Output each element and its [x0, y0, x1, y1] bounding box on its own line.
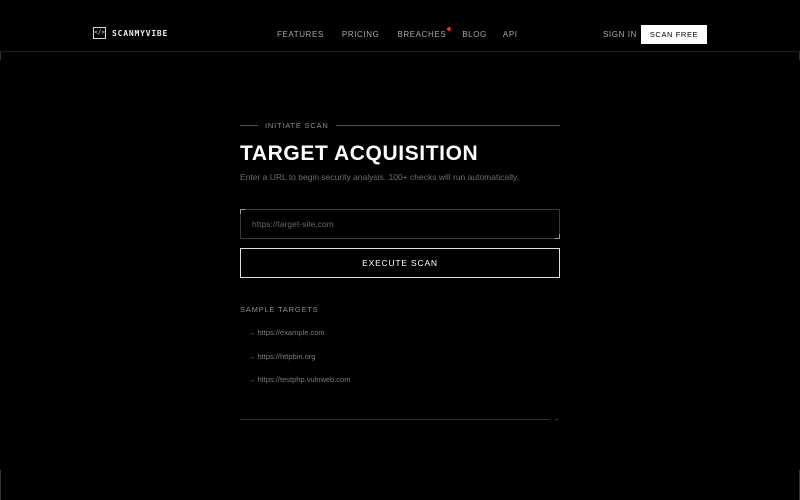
- nav-link-breaches-label: BREACHES: [397, 30, 447, 39]
- primary-nav: FEATURES PRICING BREACHES BLOG API: [277, 27, 518, 39]
- left-edge-mark-bottom: [0, 470, 1, 500]
- sample-target-item[interactable]: → https://httpbin.org: [248, 352, 350, 376]
- sample-target-item[interactable]: → https://example.com: [248, 328, 350, 352]
- nav-link-blog[interactable]: BLOG: [462, 30, 487, 39]
- nav-link-pricing[interactable]: PRICING: [342, 30, 380, 39]
- arrow-right-icon: →: [248, 328, 256, 337]
- nav-link-features[interactable]: FEATURES: [277, 30, 324, 39]
- brand-logo[interactable]: </> SCANMYVIBE: [93, 27, 168, 39]
- target-url-input[interactable]: [240, 209, 560, 239]
- page-title: TARGET ACQUISITION: [240, 142, 479, 165]
- arrow-right-icon: →: [248, 351, 256, 361]
- section-eyebrow: INITIATE SCAN: [240, 120, 560, 130]
- input-corner-top-left: [240, 209, 245, 214]
- execute-scan-button[interactable]: EXECUTE SCAN: [240, 248, 560, 278]
- nav-link-breaches[interactable]: BREACHES: [397, 27, 452, 39]
- sign-in-link[interactable]: SIGN IN: [603, 30, 637, 39]
- nav-link-api[interactable]: API: [503, 30, 518, 39]
- eyebrow-line-right: [335, 124, 560, 126]
- sample-target-item[interactable]: → https://testphp.vulnweb.com: [248, 375, 350, 399]
- input-corner-bottom-right: [555, 234, 560, 239]
- bottom-divider-tick: [555, 419, 558, 420]
- sample-targets-list: → https://example.com → https://httpbin.or…: [248, 328, 350, 399]
- sample-target-url: https://example.com: [257, 328, 325, 337]
- notification-dot-icon: [447, 27, 452, 31]
- sample-target-url: https://httpbin.org: [257, 351, 316, 361]
- eyebrow-label: INITIATE SCAN: [265, 120, 329, 130]
- code-brackets-icon: </>: [93, 27, 106, 39]
- scan-free-button[interactable]: SCAN FREE: [641, 25, 707, 44]
- page-subtitle: Enter a URL to begin security analysis. …: [240, 172, 519, 182]
- sample-target-url: https://testphp.vulnweb.com: [257, 375, 351, 384]
- top-navbar: </> SCANMYVIBE FEATURES PRICING BREACHES…: [0, 0, 800, 52]
- arrow-right-icon: →: [248, 375, 256, 384]
- brand-name: SCANMYVIBE: [112, 28, 169, 38]
- sample-targets-heading: SAMPLE TARGETS: [240, 305, 319, 314]
- eyebrow-line-left: [240, 124, 258, 126]
- left-edge-mark-top: [0, 52, 1, 60]
- bottom-divider: [240, 419, 550, 420]
